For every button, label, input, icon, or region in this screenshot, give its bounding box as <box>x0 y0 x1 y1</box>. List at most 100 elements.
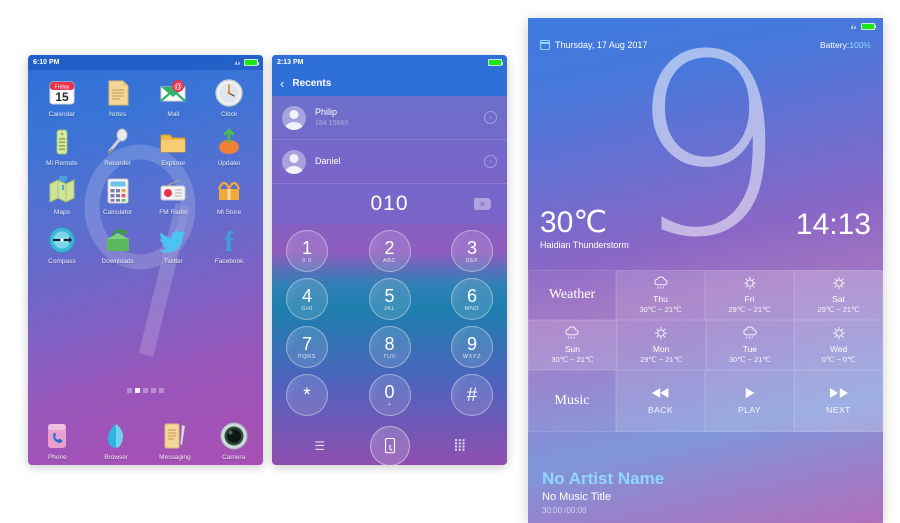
app-calculator[interactable]: Calculator <box>94 176 142 216</box>
weather-row-2: Sun 30℃ ~ 21℃ Mon 29℃ ~ 21℃ Tue 30℃ ~ 21… <box>528 320 883 370</box>
status-time: 2:13 PM <box>277 59 304 66</box>
keypad-dots-icon[interactable] <box>454 439 465 453</box>
forecast-tile-tue[interactable]: Tue 30℃ ~ 21℃ <box>705 320 795 370</box>
battery-full-icon <box>861 22 877 30</box>
radio-icon <box>158 176 188 206</box>
map-icon <box>47 174 77 206</box>
app-label: Mi Remote <box>46 160 78 168</box>
battery-full-icon <box>488 59 504 66</box>
key-8[interactable]: 8 TUV <box>368 326 411 368</box>
app-recorder[interactable]: Recorder <box>94 127 142 167</box>
app-label: Recorder <box>104 160 131 168</box>
calculator-icon <box>103 176 133 206</box>
menu-lines-icon[interactable]: ☰ <box>314 440 325 452</box>
app-downloads[interactable]: Downloads <box>94 225 142 265</box>
app-mail[interactable]: @ Mail <box>149 78 197 118</box>
music-section-label: Music <box>528 370 616 432</box>
facebook-icon: f <box>214 225 244 258</box>
remote-icon <box>47 127 77 157</box>
browser-icon <box>101 421 131 451</box>
key-9[interactable]: 9 WXYZ <box>451 326 493 368</box>
key-letters: MNO <box>464 305 480 312</box>
app-updater[interactable]: Updater <box>205 127 253 167</box>
page-dot[interactable] <box>127 388 132 393</box>
call-dial-icon[interactable] <box>369 426 410 465</box>
contact-number: 184 15669 <box>315 119 349 127</box>
app-compass[interactable]: Compass <box>38 225 86 265</box>
forecast-day: Thu <box>653 294 668 304</box>
page-dot-active[interactable] <box>135 388 140 393</box>
key-digit: 1 <box>301 237 312 258</box>
list-item[interactable]: Philip 184 15669 › <box>272 96 507 140</box>
key-7[interactable]: 7 PQRS <box>286 326 328 368</box>
fast-forward-icon <box>829 387 848 401</box>
rewind-icon <box>651 387 670 401</box>
key-letters: 0 0 <box>302 257 312 264</box>
music-back-button[interactable]: BACK <box>616 370 705 432</box>
music-back-label: BACK <box>647 405 674 415</box>
key-3[interactable]: 3 DEF <box>451 230 493 272</box>
dialer-bottom-bar: ☰ <box>272 422 507 465</box>
app-grid: Friday 15 Calendar Notes @ Mail Clock Mi… <box>28 70 263 266</box>
key-6[interactable]: 6 MNO <box>451 278 493 320</box>
list-item[interactable]: Daniel › <box>272 140 507 184</box>
key-4[interactable]: 4 GHI <box>286 278 328 320</box>
dock-item-camera[interactable]: Camera <box>210 421 258 461</box>
forecast-day: Fri <box>744 294 755 304</box>
dock-item-browser[interactable]: Browser <box>92 421 140 461</box>
key-1[interactable]: 1 0 0 <box>286 230 328 272</box>
forecast-tile-mon[interactable]: Mon 29℃ ~ 21℃ <box>616 320 706 370</box>
phone-icon <box>42 421 72 451</box>
key-star[interactable]: * <box>286 374 328 416</box>
clock-time: 14:13 <box>795 208 871 241</box>
app-twitter[interactable]: Twitter <box>149 225 197 265</box>
forecast-range: 29℃ ~ 21℃ <box>640 355 683 364</box>
app-clock[interactable]: Clock <box>205 78 253 118</box>
chevron-left-icon[interactable]: ‹ <box>280 77 284 90</box>
page-dot[interactable] <box>143 388 148 393</box>
app-mi-store[interactable]: Mi Store <box>205 176 253 216</box>
key-letters: PQRS <box>298 353 316 360</box>
page-indicator[interactable] <box>28 388 263 393</box>
chevron-right-icon[interactable]: › <box>484 111 497 124</box>
forecast-tile-thu[interactable]: Thu 30℃ ~ 21℃ <box>616 270 705 320</box>
forecast-tile-wed[interactable]: Wed 0℃ ~ 0℃ <box>794 320 883 370</box>
current-temperature: 30℃ <box>540 206 608 239</box>
key-0[interactable]: 0 + <box>368 374 411 416</box>
dialed-number-field[interactable]: 010 ✕ <box>272 184 507 224</box>
person-avatar <box>282 105 306 130</box>
chevron-right-icon[interactable]: › <box>484 155 497 168</box>
music-next-label: NEXT <box>826 405 851 415</box>
forecast-tile-sat[interactable]: Sat 29℃ ~ 21℃ <box>794 270 883 320</box>
music-next-button[interactable]: NEXT <box>794 370 883 432</box>
updater-icon <box>214 127 244 157</box>
app-maps[interactable]: Maps <box>38 174 86 216</box>
key-digit: 0 <box>384 381 395 402</box>
svg-text:15: 15 <box>55 90 69 104</box>
app-notes[interactable]: Notes <box>94 78 142 118</box>
forecast-range: 30℃ ~ 21℃ <box>728 355 771 364</box>
key-2[interactable]: 2 ABC <box>368 230 411 272</box>
dock-item-messaging[interactable]: Messaging <box>151 421 199 461</box>
forecast-range: 29℃ ~ 21℃ <box>728 305 771 314</box>
app-calendar[interactable]: Friday 15 Calendar <box>38 78 86 118</box>
clock-icon <box>214 78 244 108</box>
app-fm-radio[interactable]: FM Radio <box>149 176 197 216</box>
svg-text:@: @ <box>174 82 182 91</box>
app-mi-remote[interactable]: Mi Remote <box>38 127 86 167</box>
artist-name: No Artist Name <box>542 469 665 489</box>
music-play-button[interactable]: PLAY <box>705 370 794 432</box>
forecast-tile-sun[interactable]: Sun 30℃ ~ 21℃ <box>528 320 617 370</box>
backspace-icon[interactable]: ✕ <box>474 198 491 210</box>
app-facebook[interactable]: f Facebook <box>205 225 253 265</box>
page-dot[interactable] <box>151 388 156 393</box>
page-dot[interactable] <box>159 388 164 393</box>
dock-item-phone[interactable]: Phone <box>33 421 81 461</box>
key-digit: 6 <box>466 285 477 306</box>
app-explorer[interactable]: Explorer <box>149 127 197 167</box>
app-label: Messaging <box>159 453 191 461</box>
key-letters: DEF <box>465 257 479 264</box>
forecast-tile-fri[interactable]: Fri 29℃ ~ 21℃ <box>705 270 794 320</box>
key-5[interactable]: 5 JKL <box>368 278 411 320</box>
key-hash[interactable]: # <box>451 374 493 416</box>
